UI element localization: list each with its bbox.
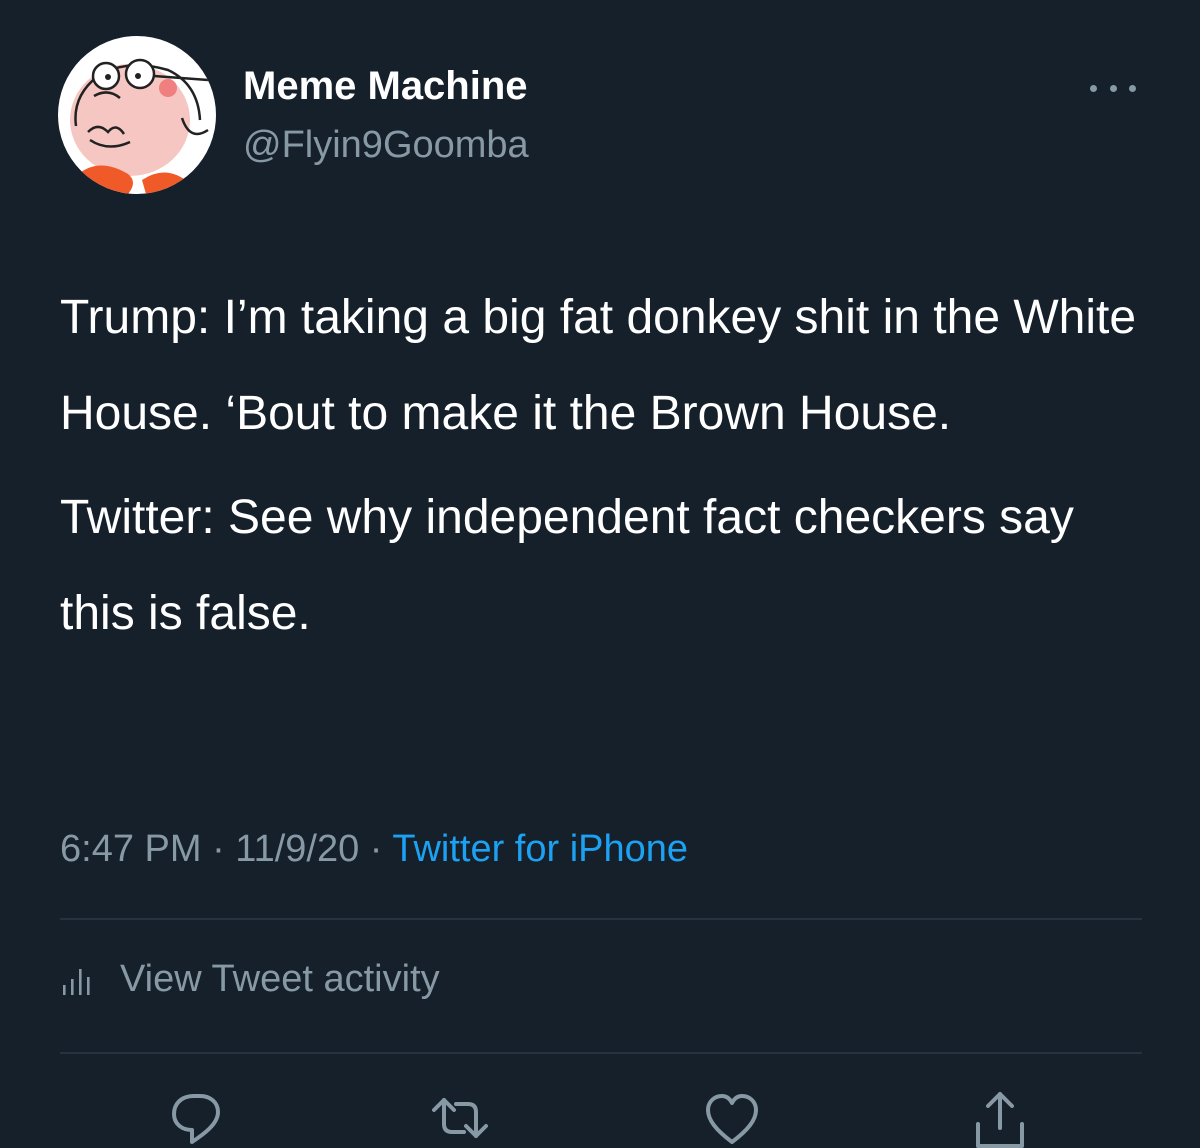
tweet-paragraph: Twitter: See why independent fact checke… [60,491,1074,640]
retweet-icon [432,1098,488,1138]
timestamp[interactable]: 6:47 PM · 11/9/20 · [60,828,392,870]
heart-icon [706,1094,758,1144]
more-dots-icon[interactable] [1090,78,1136,98]
dot [1129,84,1136,92]
display-name[interactable]: Meme Machine [243,64,528,109]
bar-chart-icon [63,968,90,995]
avatar-image [70,58,209,194]
view-activity-link[interactable]: View Tweet activity [60,958,440,1001]
divider [60,1052,1142,1054]
activity-label: View Tweet activity [120,958,440,1000]
dot [1109,84,1117,92]
retweet-button[interactable] [430,1088,490,1141]
avatar[interactable] [58,36,216,194]
divider [60,918,1142,920]
share-button[interactable] [970,1088,1030,1148]
tweet-meta: 6:47 PM · 11/9/20 · Twitter for iPhone [60,828,688,871]
reply-icon [172,1094,220,1144]
like-button[interactable] [702,1088,762,1144]
share-icon [976,1092,1024,1148]
tweet-paragraph: Trump: I’m taking a big fat donkey shit … [60,291,1137,440]
reply-button[interactable] [166,1088,226,1144]
tweet: Meme Machine @Flyin9Goomba Trump: I’m ta… [0,0,1200,1148]
user-handle[interactable]: @Flyin9Goomba [243,124,529,167]
tweet-text: Trump: I’m taking a big fat donkey shit … [60,270,1150,662]
source-link[interactable]: Twitter for iPhone [392,828,688,870]
action-bar [0,1088,1200,1148]
dot [1090,84,1097,92]
